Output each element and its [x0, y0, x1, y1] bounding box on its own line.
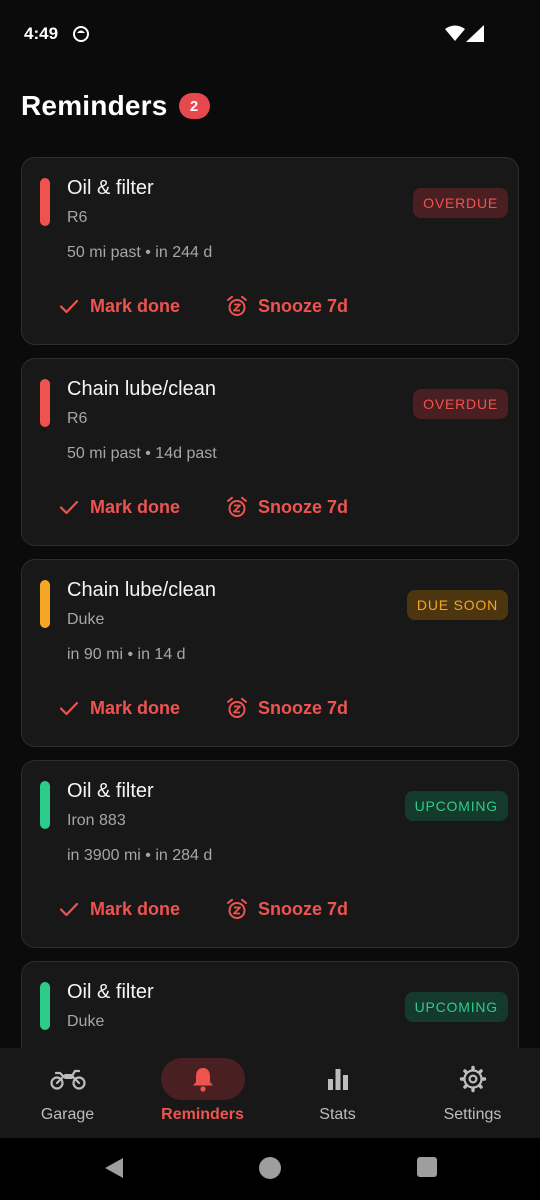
status-badge: UPCOMING — [404, 992, 508, 1022]
snooze-alarm-icon — [227, 295, 247, 316]
mark-done-label: Mark done — [90, 496, 181, 517]
nav-item-garage[interactable]: Garage — [0, 1048, 135, 1138]
status-badge: OVERDUE — [413, 389, 508, 419]
signal-icon — [466, 25, 484, 47]
nav-item-reminders[interactable]: Reminders — [135, 1048, 270, 1138]
back-icon[interactable] — [103, 1156, 125, 1185]
snooze-label: Snooze 7d — [258, 697, 349, 718]
reminder-title: Oil & filter — [67, 177, 154, 199]
reminder-detail: 50 mi past • in 244 d — [67, 244, 213, 261]
reminder-title: Chain lube/clean — [67, 378, 216, 400]
reminder-card: Oil & filter R6 50 mi past • in 244 d OV… — [21, 157, 519, 345]
reminder-detail: 50 mi past • 14d past — [67, 445, 217, 462]
check-icon — [59, 299, 79, 314]
nav-label: Reminders — [161, 1106, 244, 1123]
reminder-card: Oil & filter Duke UPCOMING — [21, 961, 519, 1048]
snooze-label: Snooze 7d — [258, 496, 349, 517]
reminder-detail: in 90 mi • in 14 d — [67, 646, 186, 663]
check-icon — [59, 701, 79, 716]
reminder-title: Oil & filter — [67, 780, 154, 802]
bar-chart-icon — [327, 1069, 348, 1090]
reminder-detail: in 3900 mi • in 284 d — [67, 847, 213, 864]
nav-item-stats[interactable]: Stats — [270, 1048, 405, 1138]
page-title: Reminders — [21, 90, 168, 121]
snooze-alarm-icon — [227, 697, 247, 718]
snooze-label: Snooze 7d — [258, 898, 349, 919]
motorcycle-icon — [49, 1069, 86, 1090]
check-icon — [59, 500, 79, 515]
snooze-label: Snooze 7d — [258, 295, 349, 316]
reminder-title: Oil & filter — [67, 981, 154, 1003]
reminder-card: Chain lube/clean Duke in 90 mi • in 14 d… — [21, 559, 519, 747]
wifi-icon — [445, 25, 465, 47]
status-stripe — [40, 982, 50, 1030]
page-header: Reminders 2 — [21, 86, 210, 126]
nav-item-settings[interactable]: Settings — [405, 1048, 540, 1138]
mark-done-label: Mark done — [90, 697, 181, 718]
gear-icon — [459, 1065, 486, 1093]
reminder-bike: Duke — [67, 611, 105, 628]
status-stripe — [40, 178, 50, 226]
overdue-count-badge: 2 — [178, 93, 210, 119]
status-badge: DUE SOON — [406, 590, 508, 620]
bottom-navigation: Garage Reminders Stats Settings — [0, 1048, 540, 1138]
system-navigation-bar — [0, 1138, 540, 1200]
notification-app-icon — [72, 25, 90, 48]
snooze-button[interactable]: Snooze 7d — [226, 694, 348, 722]
snooze-alarm-icon — [227, 898, 247, 919]
mark-done-label: Mark done — [90, 295, 181, 316]
snooze-button[interactable]: Snooze 7d — [226, 493, 348, 521]
home-icon[interactable] — [258, 1156, 282, 1185]
check-icon — [59, 902, 79, 917]
reminder-list[interactable]: Oil & filter R6 50 mi past • in 244 d OV… — [21, 157, 519, 1048]
snooze-alarm-icon — [227, 496, 247, 517]
status-badge: UPCOMING — [404, 791, 508, 821]
reminder-bike: Iron 883 — [67, 812, 126, 829]
nav-label: Settings — [443, 1106, 502, 1123]
nav-label: Stats — [319, 1106, 356, 1123]
nav-label: Garage — [40, 1106, 95, 1123]
status-stripe — [40, 580, 50, 628]
mark-done-button[interactable]: Mark done — [58, 292, 180, 320]
status-time: 4:49 — [24, 24, 59, 43]
status-badge: OVERDUE — [413, 188, 508, 218]
reminder-bike: R6 — [67, 209, 88, 226]
mark-done-button[interactable]: Mark done — [58, 493, 180, 521]
status-stripe — [40, 379, 50, 427]
mark-done-label: Mark done — [90, 898, 181, 919]
reminder-card: Chain lube/clean R6 50 mi past • 14d pas… — [21, 358, 519, 546]
mark-done-button[interactable]: Mark done — [58, 694, 180, 722]
mark-done-button[interactable]: Mark done — [58, 895, 180, 923]
snooze-button[interactable]: Snooze 7d — [226, 292, 348, 320]
recents-icon[interactable] — [416, 1156, 438, 1183]
reminder-bike: R6 — [67, 410, 88, 427]
reminder-title: Chain lube/clean — [67, 579, 216, 601]
reminder-bike: Duke — [67, 1013, 105, 1030]
status-bar: 4:49 — [0, 0, 540, 70]
snooze-button[interactable]: Snooze 7d — [226, 895, 348, 923]
bell-icon — [192, 1068, 213, 1092]
status-stripe — [40, 781, 50, 829]
reminder-card: Oil & filter Iron 883 in 3900 mi • in 28… — [21, 760, 519, 948]
